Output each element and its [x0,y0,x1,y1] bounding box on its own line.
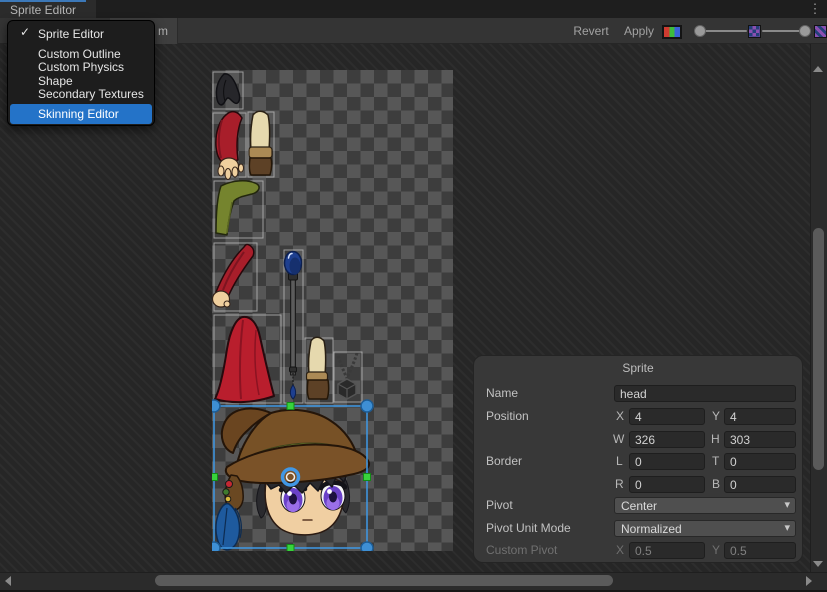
pivot-dropdown[interactable]: Center ▾ [614,497,796,514]
edge-handle-bottom[interactable] [287,545,294,552]
b-label: B [712,477,720,491]
sprite-pendant[interactable] [338,353,357,399]
t-label: T [712,454,719,468]
sprite-hair-back[interactable] [216,74,239,105]
horizontal-scrollbar-thumb[interactable] [155,575,613,586]
border-l-input[interactable]: 0 [629,453,705,470]
kebab-menu-icon[interactable]: ⋮ [807,1,823,17]
check-icon: ✓ [20,25,30,39]
custom-pivot-x-input: 0.5 [629,542,705,559]
sprite-arm-1[interactable] [216,112,244,180]
w-label: W [613,432,624,446]
sprite-editor-mode-menu: ✓ Sprite Editor Custom Outline Custom Ph… [7,20,155,126]
revert-button[interactable]: Revert [566,18,616,44]
zoom-slider-thumb[interactable] [694,25,706,37]
name-input[interactable]: head [614,385,796,402]
position-label: Position [486,409,529,423]
mip-max-icon [814,25,827,38]
sprite-boot-2[interactable] [307,337,329,399]
scroll-right-arrow[interactable] [806,576,812,586]
scroll-up-arrow[interactable] [813,66,823,72]
edge-handle-left[interactable] [212,474,218,481]
width-input[interactable]: 326 [629,431,705,448]
x-label: X [616,409,624,423]
corner-handle-tr[interactable] [361,400,373,412]
name-label: Name [486,386,518,400]
edge-handle-top[interactable] [287,403,294,410]
pivot-unit-mode-dropdown[interactable]: Normalized ▾ [614,520,796,537]
sprite-inspector-panel: Sprite Name head Position X 4 Y 4 W 326 … [473,355,803,563]
menu-item-secondary-textures[interactable]: Secondary Textures [10,84,152,104]
position-x-input[interactable]: 4 [629,408,705,425]
apply-button[interactable]: Apply [618,18,660,44]
custom-pivot-y-input: 0.5 [724,542,796,559]
sprite-head-selected[interactable] [216,409,369,550]
zoom-slider-track[interactable] [700,30,747,32]
titlebar: Sprite Editor ⋮ [0,0,827,18]
mip-slider-track[interactable] [762,30,800,32]
sprite-editor-window: Sprite Editor ⋮ m Revert Apply ✓ Sprite … [0,0,827,592]
corner-handle-bl[interactable] [212,542,220,551]
corner-handle-br[interactable] [361,542,373,551]
sprite-layer [212,70,453,551]
custom-pivot-y-label: Y [712,543,720,557]
menu-item-skinning-editor[interactable]: Skinning Editor [10,104,152,124]
mip-slider-thumb[interactable] [799,25,811,37]
y-label: Y [712,409,720,423]
panel-title: Sprite [474,361,802,375]
menu-item-custom-physics-shape[interactable]: Custom Physics Shape [10,64,152,84]
vertical-scrollbar-thumb[interactable] [813,228,824,470]
active-tab-indicator [0,0,86,2]
custom-pivot-label: Custom Pivot [486,543,557,557]
border-r-input[interactable]: 0 [629,476,705,493]
border-b-input[interactable]: 0 [724,476,796,493]
edge-handle-right[interactable] [364,474,371,481]
pivot-unit-mode-label: Pivot Unit Mode [486,521,571,535]
sprite-arm-2[interactable] [213,244,254,307]
corner-handle-tl[interactable] [212,400,220,412]
scroll-left-arrow[interactable] [5,576,11,586]
scroll-down-arrow[interactable] [813,561,823,567]
sprite-scarf[interactable] [216,181,259,235]
tab-label: Sprite Editor [10,3,76,17]
sprite-boot-1[interactable] [249,111,272,175]
border-label: Border [486,454,522,468]
border-t-input[interactable]: 0 [724,453,796,470]
height-input[interactable]: 303 [724,431,796,448]
r-label: R [615,477,624,491]
mip-level-icon [748,25,761,38]
color-channel-icon[interactable] [662,25,682,39]
menu-item-sprite-editor[interactable]: ✓ Sprite Editor [10,24,152,44]
pivot-label: Pivot [486,498,513,512]
position-y-input[interactable]: 4 [724,408,796,425]
custom-pivot-x-label: X [616,543,624,557]
dropdown-arrow-icon: ▾ [784,521,790,534]
dropdown-arrow-icon: ▾ [784,498,790,511]
l-label: L [616,454,623,468]
tab-sprite-editor[interactable]: Sprite Editor [0,0,96,18]
sprite-staff[interactable] [285,252,302,400]
h-label: H [711,432,720,446]
sprite-cape[interactable] [215,317,274,402]
